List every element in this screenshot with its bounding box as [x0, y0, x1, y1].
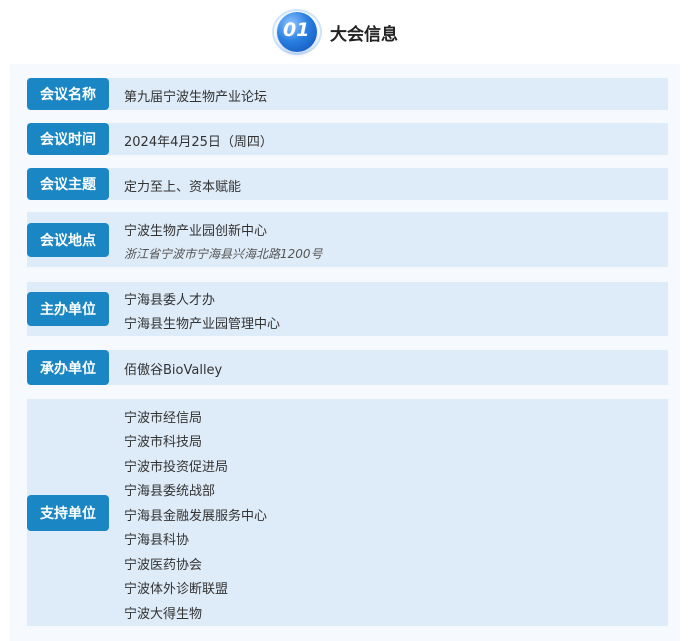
info-label: 会议主题	[27, 168, 109, 200]
info-value: 宁波医药协会	[124, 558, 203, 573]
info-label: 支持单位	[27, 495, 109, 531]
info-value: 第九届宁波生物产业论坛	[124, 90, 268, 105]
info-value: 宁波市经信局	[124, 411, 203, 426]
info-value: 宁海县金融发展服务中心	[124, 509, 268, 524]
section-header: 01 大会信息	[0, 0, 688, 62]
info-label: 承办单位	[27, 350, 109, 385]
info-row-venue: 会议地点 宁波生物产业园创新中心 浙江省宁波市宁海县兴海北路1200号	[27, 212, 668, 267]
info-row-name: 会议名称 第九届宁波生物产业论坛	[27, 78, 668, 110]
info-value: 定力至上、资本赋能	[124, 180, 242, 195]
info-label: 会议时间	[27, 123, 109, 155]
info-row-time: 会议时间 2024年4月25日（周四）	[27, 123, 668, 155]
info-value: 宁波体外诊断联盟	[124, 582, 229, 597]
info-row-host: 主办单位 宁海县委人才办 宁海县生物产业园管理中心	[27, 282, 668, 336]
info-value: 2024年4月25日（周四）	[124, 135, 273, 150]
info-label: 会议名称	[27, 78, 109, 110]
info-value: 宁波大得生物	[124, 607, 203, 622]
info-label: 主办单位	[27, 292, 109, 326]
section-number: 01	[283, 19, 310, 41]
info-label: 会议地点	[27, 223, 109, 257]
info-value: 宁海县生物产业园管理中心	[124, 317, 281, 332]
info-value-address: 浙江省宁波市宁海县兴海北路1200号	[124, 247, 323, 261]
info-value: 宁海县委人才办	[124, 293, 216, 308]
info-value: 宁波市投资促进局	[124, 460, 229, 475]
info-value: 佰傲谷BioValley	[124, 363, 223, 378]
info-value: 宁海县委统战部	[124, 484, 216, 499]
info-row-organizer: 承办单位 佰傲谷BioValley	[27, 350, 668, 385]
info-value: 宁波市科技局	[124, 435, 203, 450]
section-title: 大会信息	[330, 25, 398, 45]
info-value: 宁波生物产业园创新中心	[124, 224, 268, 239]
info-row-theme: 会议主题 定力至上、资本赋能	[27, 168, 668, 200]
info-value: 宁海县科协	[124, 533, 190, 548]
info-row-support: 支持单位 宁波市经信局 宁波市科技局 宁波市投资促进局 宁海县委统战部 宁海县金…	[27, 399, 668, 626]
